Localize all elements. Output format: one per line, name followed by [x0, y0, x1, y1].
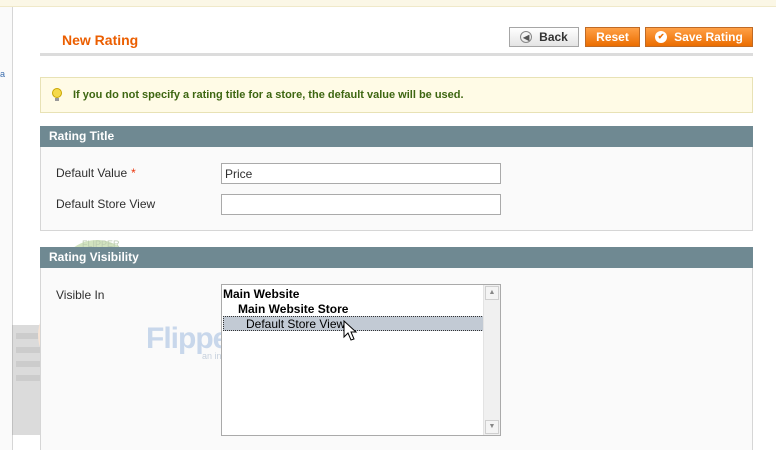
rating-title-section-header: Rating Title [40, 126, 753, 147]
rating-title-section [40, 147, 753, 231]
option-group-main-website: Main Website [223, 287, 300, 301]
multiselect-scrollbar[interactable]: ▲ ▼ [483, 285, 500, 435]
required-mark: * [131, 166, 136, 180]
reset-button[interactable]: Reset [585, 27, 640, 47]
scroll-up-icon[interactable]: ▲ [485, 286, 499, 300]
back-button[interactable]: ◀ Back [509, 27, 579, 47]
checkmark-icon: ✔ [655, 31, 668, 43]
default-store-view-label: Default Store View [56, 197, 156, 211]
header-divider [40, 53, 753, 56]
default-store-view-input[interactable] [221, 194, 501, 215]
default-value-label-text: Default Value [56, 166, 128, 180]
sidebar-tab-icon[interactable]: a [0, 69, 6, 79]
back-arrow-icon: ◀ [520, 31, 533, 43]
save-rating-button[interactable]: ✔ Save Rating [645, 27, 753, 47]
scroll-down-icon[interactable]: ▼ [485, 420, 499, 434]
option-group-main-website-store: Main Website Store [238, 302, 349, 316]
save-button-label: Save Rating [674, 30, 743, 44]
visible-in-multiselect[interactable]: Main Website Main Website Store Default … [221, 284, 501, 436]
reset-button-label: Reset [596, 30, 629, 44]
top-bar [0, 0, 776, 7]
default-value-label: Default Value * [56, 166, 136, 180]
back-button-label: Back [539, 30, 568, 44]
notice-message: If you do not specify a rating title for… [40, 77, 753, 113]
lightbulb-icon [51, 88, 63, 102]
rating-visibility-section-header: Rating Visibility [40, 247, 753, 268]
notice-text: If you do not specify a rating title for… [73, 89, 464, 101]
mouse-pointer-icon [343, 320, 358, 341]
default-value-input[interactable] [221, 163, 501, 184]
page-title: New Rating [62, 32, 139, 48]
left-sidebar-edge: a [0, 7, 13, 450]
visible-in-label: Visible In [56, 288, 105, 302]
